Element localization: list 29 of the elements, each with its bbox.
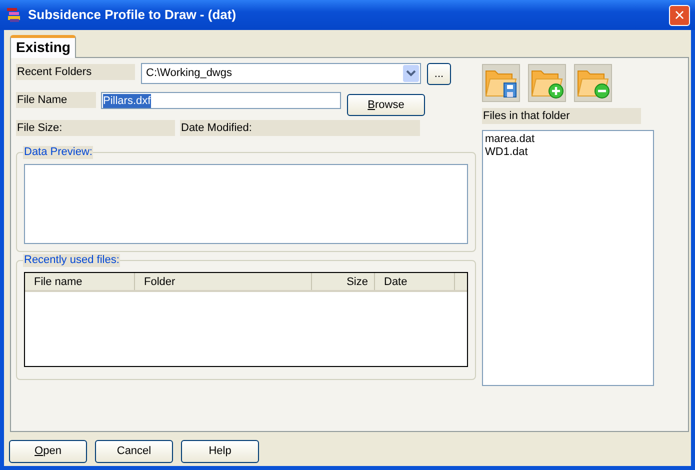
file-item[interactable]: WD1.dat xyxy=(485,146,651,159)
column-header[interactable]: Date xyxy=(375,273,455,290)
column-header[interactable]: Folder xyxy=(135,273,312,290)
remove-folder-button[interactable] xyxy=(574,64,612,102)
files-in-folder-label: Files in that folder xyxy=(482,108,641,124)
browse-folder-button[interactable]: ... xyxy=(427,63,451,85)
dialog-button[interactable]: Cancel xyxy=(95,440,173,463)
recent-folders-label: Recent Folders xyxy=(16,64,135,80)
add-folder-button[interactable] xyxy=(528,64,566,102)
file-name-field[interactable]: Pillars.dxf xyxy=(101,92,341,109)
file-item[interactable]: marea.dat xyxy=(485,133,651,146)
file-size-label: File Size: xyxy=(16,120,175,136)
dialog-button[interactable]: Open xyxy=(9,440,87,463)
browse-button[interactable]: Browse xyxy=(347,94,425,116)
app-icon xyxy=(6,7,22,23)
recent-folders-dropdown[interactable]: C:\Working_dwgs xyxy=(141,63,421,84)
folder-files-list[interactable]: marea.dat WD1.dat xyxy=(482,130,654,386)
column-header[interactable]: Size xyxy=(312,273,375,290)
recent-files-list[interactable]: File name Folder Size Date xyxy=(24,272,468,367)
dialog-button[interactable]: Help xyxy=(181,440,259,463)
close-button[interactable]: × xyxy=(669,4,690,26)
group-title: Data Preview: xyxy=(23,146,94,159)
file-name-label: File Name xyxy=(16,92,96,108)
save-folder-button[interactable] xyxy=(482,64,520,102)
date-modified-label: Date Modified: xyxy=(180,120,420,136)
group-title: Recently used files: xyxy=(23,254,120,267)
tab[interactable]: Existing xyxy=(10,35,76,58)
column-header[interactable]: File name xyxy=(25,273,135,290)
window-title: Subsidence Profile to Draw - (dat) xyxy=(28,6,238,24)
